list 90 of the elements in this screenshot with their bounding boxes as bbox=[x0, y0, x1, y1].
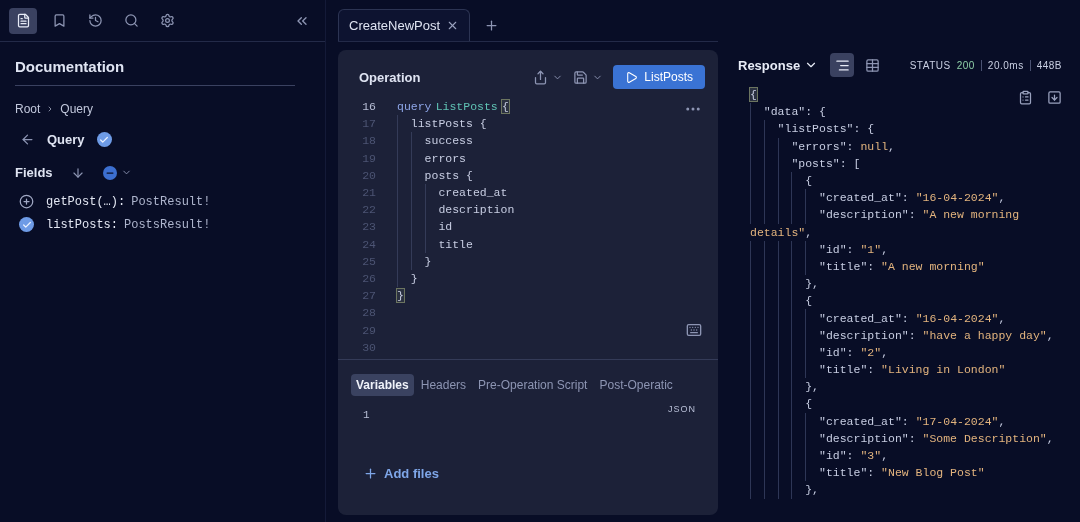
status-code: 200 bbox=[955, 59, 976, 71]
panel-tab[interactable]: Post-Operatic bbox=[594, 374, 678, 396]
code-line: "created_at": "16-04-2024", bbox=[819, 191, 1006, 205]
add-icon[interactable] bbox=[19, 194, 34, 209]
line-number: 16 bbox=[361, 100, 376, 114]
keyboard-icon[interactable] bbox=[686, 322, 702, 338]
sort-icon[interactable] bbox=[70, 165, 85, 180]
line-number: 20 bbox=[361, 168, 376, 182]
plus-icon bbox=[363, 466, 378, 481]
share-icon bbox=[533, 69, 549, 85]
code-line: posts { bbox=[424, 168, 473, 182]
code-line: "id": "3", bbox=[819, 449, 889, 463]
check-icon bbox=[96, 132, 112, 147]
code-line: } bbox=[424, 254, 432, 268]
response-time: 20.0ms bbox=[980, 59, 1030, 71]
panel-tab[interactable]: Headers bbox=[415, 374, 472, 396]
code-line: success bbox=[424, 134, 473, 148]
card-title: Operation bbox=[359, 69, 422, 85]
code-line: "id": "1", bbox=[819, 242, 889, 256]
code-line: { bbox=[805, 397, 813, 411]
code-line: { bbox=[805, 174, 813, 188]
minus-icon bbox=[102, 165, 117, 180]
field-name[interactable]: listPosts: bbox=[46, 217, 118, 232]
text-view-icon[interactable] bbox=[830, 53, 855, 77]
code-line: "id": "2", bbox=[819, 345, 889, 359]
play-icon bbox=[625, 70, 639, 84]
code-line: description bbox=[438, 203, 515, 217]
code-line: "title": "New Blog Post" bbox=[819, 466, 985, 480]
line-number: 29 bbox=[361, 323, 376, 337]
panel-title: Documentation bbox=[15, 58, 295, 86]
field-type[interactable]: PostResult! bbox=[131, 194, 211, 209]
filter-dropdown[interactable] bbox=[102, 165, 132, 180]
line-number: 25 bbox=[361, 254, 376, 268]
format-label: JSON bbox=[668, 404, 696, 416]
response-dropdown[interactable]: Response bbox=[738, 57, 819, 73]
share-dropdown[interactable] bbox=[533, 69, 564, 85]
code-line: { bbox=[805, 294, 813, 308]
code-line: "description": "have a happy day", bbox=[819, 328, 1054, 342]
code-line: }, bbox=[805, 380, 819, 394]
code-line: "title": "A new morning" bbox=[819, 259, 985, 273]
code-line: "errors": null, bbox=[791, 139, 895, 153]
line-number: 24 bbox=[361, 237, 376, 251]
panel-tab[interactable]: Pre-Operation Script bbox=[473, 374, 593, 396]
line-number: 27 bbox=[361, 289, 376, 303]
editor-tab[interactable]: CreateNewPost bbox=[338, 9, 471, 41]
field-type[interactable]: PostsResult! bbox=[124, 217, 211, 232]
check-icon[interactable] bbox=[19, 217, 34, 232]
code-line: details", bbox=[750, 225, 813, 239]
add-files-link[interactable]: Add files bbox=[351, 466, 451, 481]
code-line: "created_at": "17-04-2024", bbox=[819, 414, 1006, 428]
type-name: Query bbox=[47, 132, 85, 147]
run-button[interactable]: ListPosts bbox=[613, 65, 705, 89]
line-number: 22 bbox=[361, 203, 376, 217]
code-line: "title": "Living in London" bbox=[819, 363, 1006, 377]
code-line: "listPosts": { bbox=[777, 122, 875, 136]
save-dropdown[interactable] bbox=[573, 69, 604, 85]
panel-tab[interactable]: Variables bbox=[351, 374, 414, 396]
code-line: "created_at": "16-04-2024", bbox=[819, 311, 1006, 325]
line-number: 18 bbox=[361, 134, 376, 148]
section-title: Fields bbox=[15, 165, 53, 180]
code-line: "description": "A new morning bbox=[819, 208, 1020, 222]
line-number: 26 bbox=[361, 271, 376, 285]
line-number: 1 bbox=[363, 409, 370, 421]
code-line: created_at bbox=[438, 186, 508, 200]
back-icon[interactable] bbox=[20, 132, 35, 147]
code-line: id bbox=[438, 220, 453, 234]
code-line: "data": { bbox=[763, 105, 826, 119]
field-name[interactable]: getPost(…): bbox=[46, 194, 126, 209]
save-icon bbox=[573, 69, 589, 85]
line-number: 30 bbox=[361, 340, 376, 354]
response-size: 448B bbox=[1029, 59, 1068, 71]
docs-icon[interactable] bbox=[9, 7, 37, 34]
line-number: 17 bbox=[361, 117, 376, 131]
line-number: 23 bbox=[361, 220, 376, 234]
breadcrumb-item[interactable]: Query bbox=[60, 102, 94, 116]
clipboard-icon[interactable] bbox=[1018, 90, 1033, 105]
line-number: 28 bbox=[361, 306, 376, 320]
code-line: }, bbox=[805, 277, 819, 291]
line-number: 19 bbox=[361, 151, 376, 165]
code-line: "description": "Some Description", bbox=[819, 431, 1054, 445]
code-line: query ListPosts { bbox=[397, 100, 509, 114]
code-line: } bbox=[410, 271, 418, 285]
code-line: listPosts { bbox=[410, 117, 487, 131]
code-line: "posts": [ bbox=[791, 156, 861, 170]
download-icon[interactable] bbox=[1047, 90, 1062, 105]
code-line: errors bbox=[424, 151, 466, 165]
breadcrumb-item[interactable]: Root bbox=[15, 102, 41, 116]
status-label: STATUS bbox=[908, 59, 952, 71]
code-line: }, bbox=[805, 483, 819, 497]
code-line: title bbox=[438, 237, 473, 251]
